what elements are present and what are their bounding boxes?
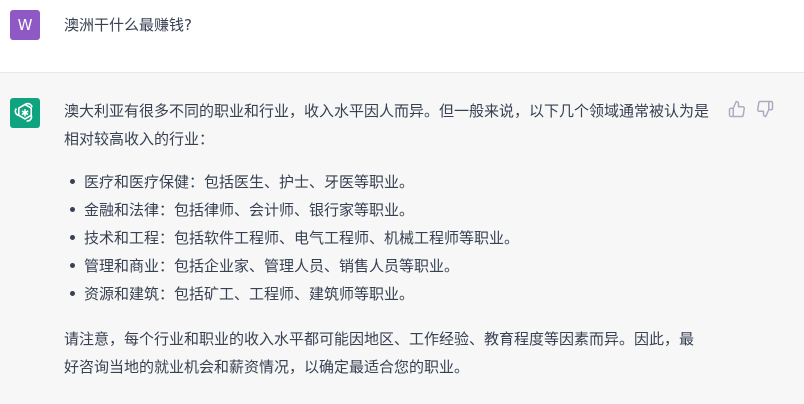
list-item-text: 医疗和医疗保健：包括医生、护士、牙医等职业。 <box>84 173 415 191</box>
list-item-text: 管理和商业：包括企业家、管理人员、销售人员等职业。 <box>84 257 460 275</box>
bullet-dot-icon <box>70 179 75 184</box>
list-item: 资源和建筑：包括矿工、工程师、建筑师等职业。 <box>64 280 714 308</box>
thumbs-up-icon <box>728 100 745 118</box>
chat-conversation: W 澳洲干什么最赚钱? 澳大利亚有很多不同的职业和行业，收入水平因人而异。但一般… <box>0 0 804 404</box>
openai-logo-icon <box>14 102 33 122</box>
list-item-text: 资源和建筑：包括矿工、工程师、建筑师等职业。 <box>84 285 415 303</box>
thumbs-up-button[interactable] <box>728 100 746 118</box>
user-avatar: W <box>10 10 40 40</box>
assistant-bullet-list: 医疗和医疗保健：包括医生、护士、牙医等职业。 金融和法律：包括律师、会计师、银行… <box>64 168 714 308</box>
bullet-dot-icon <box>70 291 75 296</box>
list-item: 医疗和医疗保健：包括医生、护士、牙医等职业。 <box>64 168 714 196</box>
assistant-intro-text: 澳大利亚有很多不同的职业和行业，收入水平因人而异。但一般来说，以下几个领域通常被… <box>64 102 710 148</box>
list-item: 金融和法律：包括律师、会计师、银行家等职业。 <box>64 196 714 224</box>
user-message-text: 澳洲干什么最赚钱? <box>64 16 192 34</box>
list-item: 管理和商业：包括企业家、管理人员、销售人员等职业。 <box>64 252 714 280</box>
assistant-message-row: 澳大利亚有很多不同的职业和行业，收入水平因人而异。但一般来说，以下几个领域通常被… <box>0 73 804 404</box>
bullet-dot-icon <box>70 207 75 212</box>
bullet-dot-icon <box>70 235 75 240</box>
assistant-message-content: 澳大利亚有很多不同的职业和行业，收入水平因人而异。但一般来说，以下几个领域通常被… <box>64 97 714 381</box>
thumbs-down-icon <box>757 100 774 118</box>
thumbs-down-button[interactable] <box>756 100 774 118</box>
user-message-row: W 澳洲干什么最赚钱? <box>0 0 804 73</box>
bullet-dot-icon <box>70 263 75 268</box>
list-item-text: 金融和法律：包括律师、会计师、银行家等职业。 <box>84 201 415 219</box>
assistant-closing-text: 请注意，每个行业和职业的收入水平都可能因地区、工作经验、教育程度等因素而异。因此… <box>64 330 695 376</box>
list-item-text: 技术和工程：包括软件工程师、电气工程师、机械工程师等职业。 <box>84 229 520 247</box>
list-item: 技术和工程：包括软件工程师、电气工程师、机械工程师等职业。 <box>64 224 714 252</box>
assistant-avatar <box>10 98 40 128</box>
feedback-buttons <box>728 100 774 118</box>
